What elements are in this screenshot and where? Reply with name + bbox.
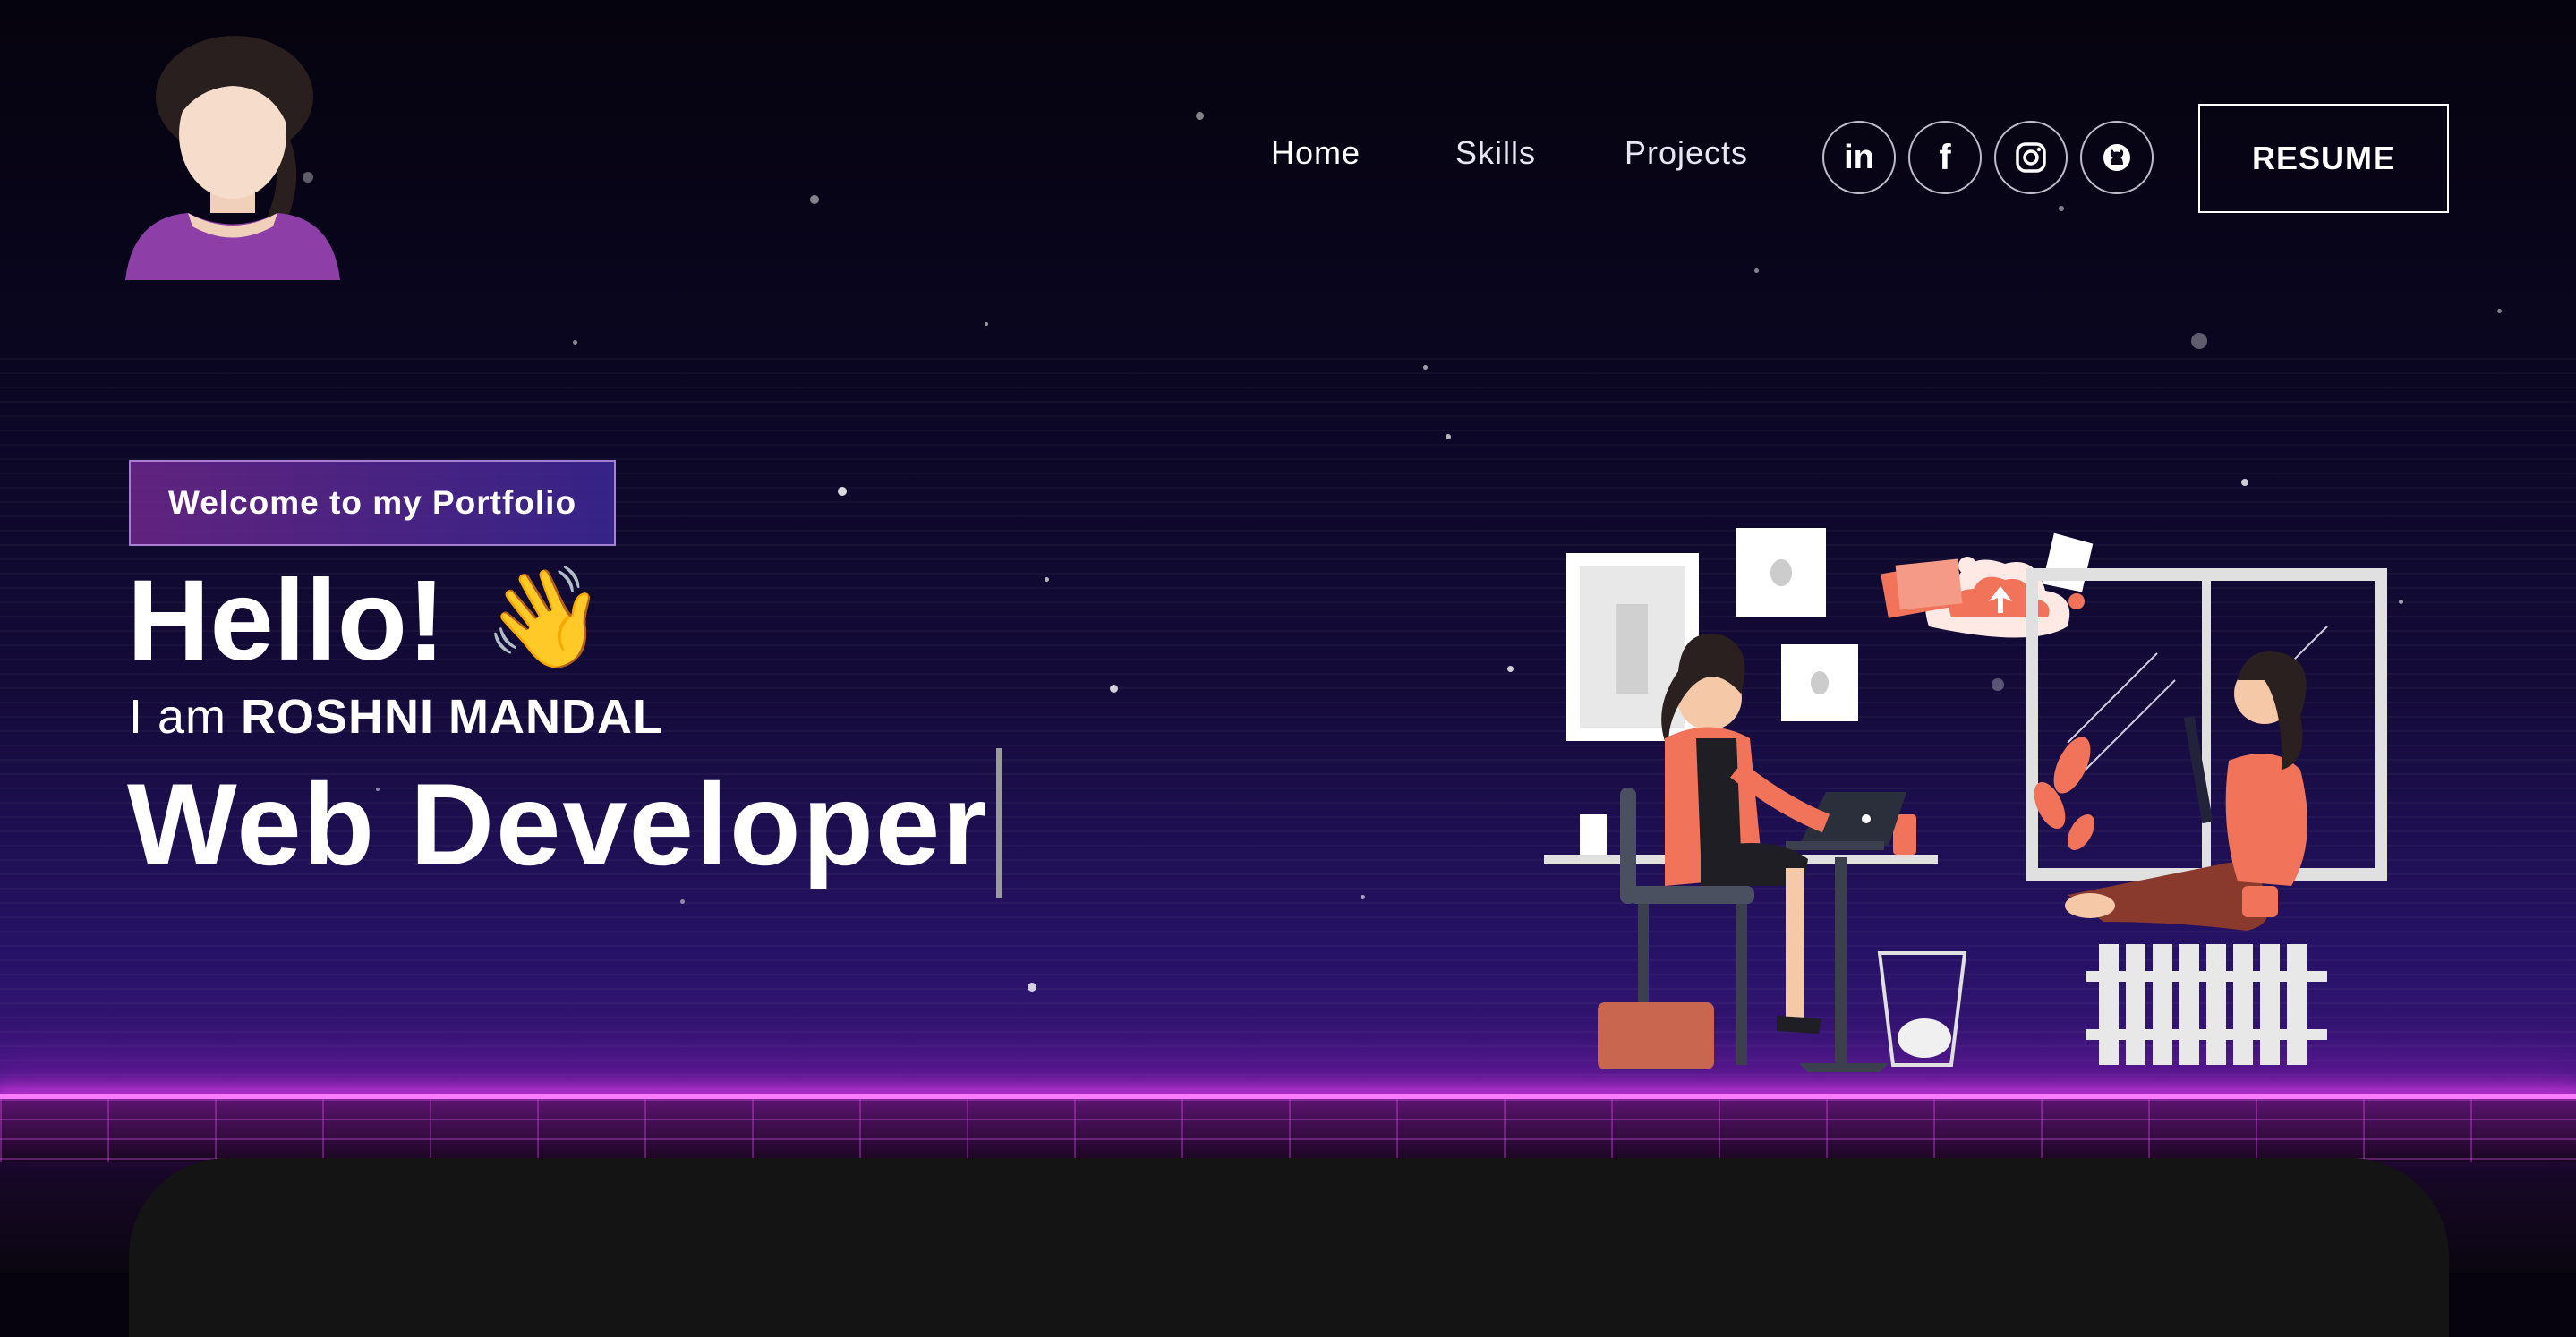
developer-name: ROSHNI MANDAL [241, 690, 664, 744]
linkedin-icon: in [1844, 138, 1874, 176]
instagram-icon [2016, 142, 2046, 173]
waving-hand-icon: 👋 [483, 563, 606, 673]
resume-button[interactable]: RESUME [2198, 104, 2449, 213]
content-panel [129, 1158, 2449, 1337]
remote-work-illustration [1544, 528, 2387, 1072]
github-icon [2103, 144, 2130, 171]
typing-caret [996, 748, 1002, 898]
facebook-button[interactable]: f [1908, 121, 1982, 194]
avatar [125, 36, 340, 280]
instagram-button[interactable] [1994, 121, 2068, 194]
linkedin-button[interactable]: in [1822, 121, 1896, 194]
neon-grid-floor [0, 1099, 2576, 1162]
greeting-heading: Hello! [127, 557, 446, 685]
nav-projects[interactable]: Projects [1625, 134, 1748, 172]
intro-line: I am ROSHNI MANDAL [129, 693, 663, 741]
intro-prefix: I am [129, 690, 242, 744]
nav-skills[interactable]: Skills [1455, 134, 1536, 172]
welcome-badge: Welcome to my Portfolio [129, 460, 616, 546]
facebook-icon: f [1939, 137, 1951, 177]
role-typewriter: Web Developer [127, 759, 989, 890]
nav-home[interactable]: Home [1271, 134, 1361, 172]
github-button[interactable] [2080, 121, 2154, 194]
